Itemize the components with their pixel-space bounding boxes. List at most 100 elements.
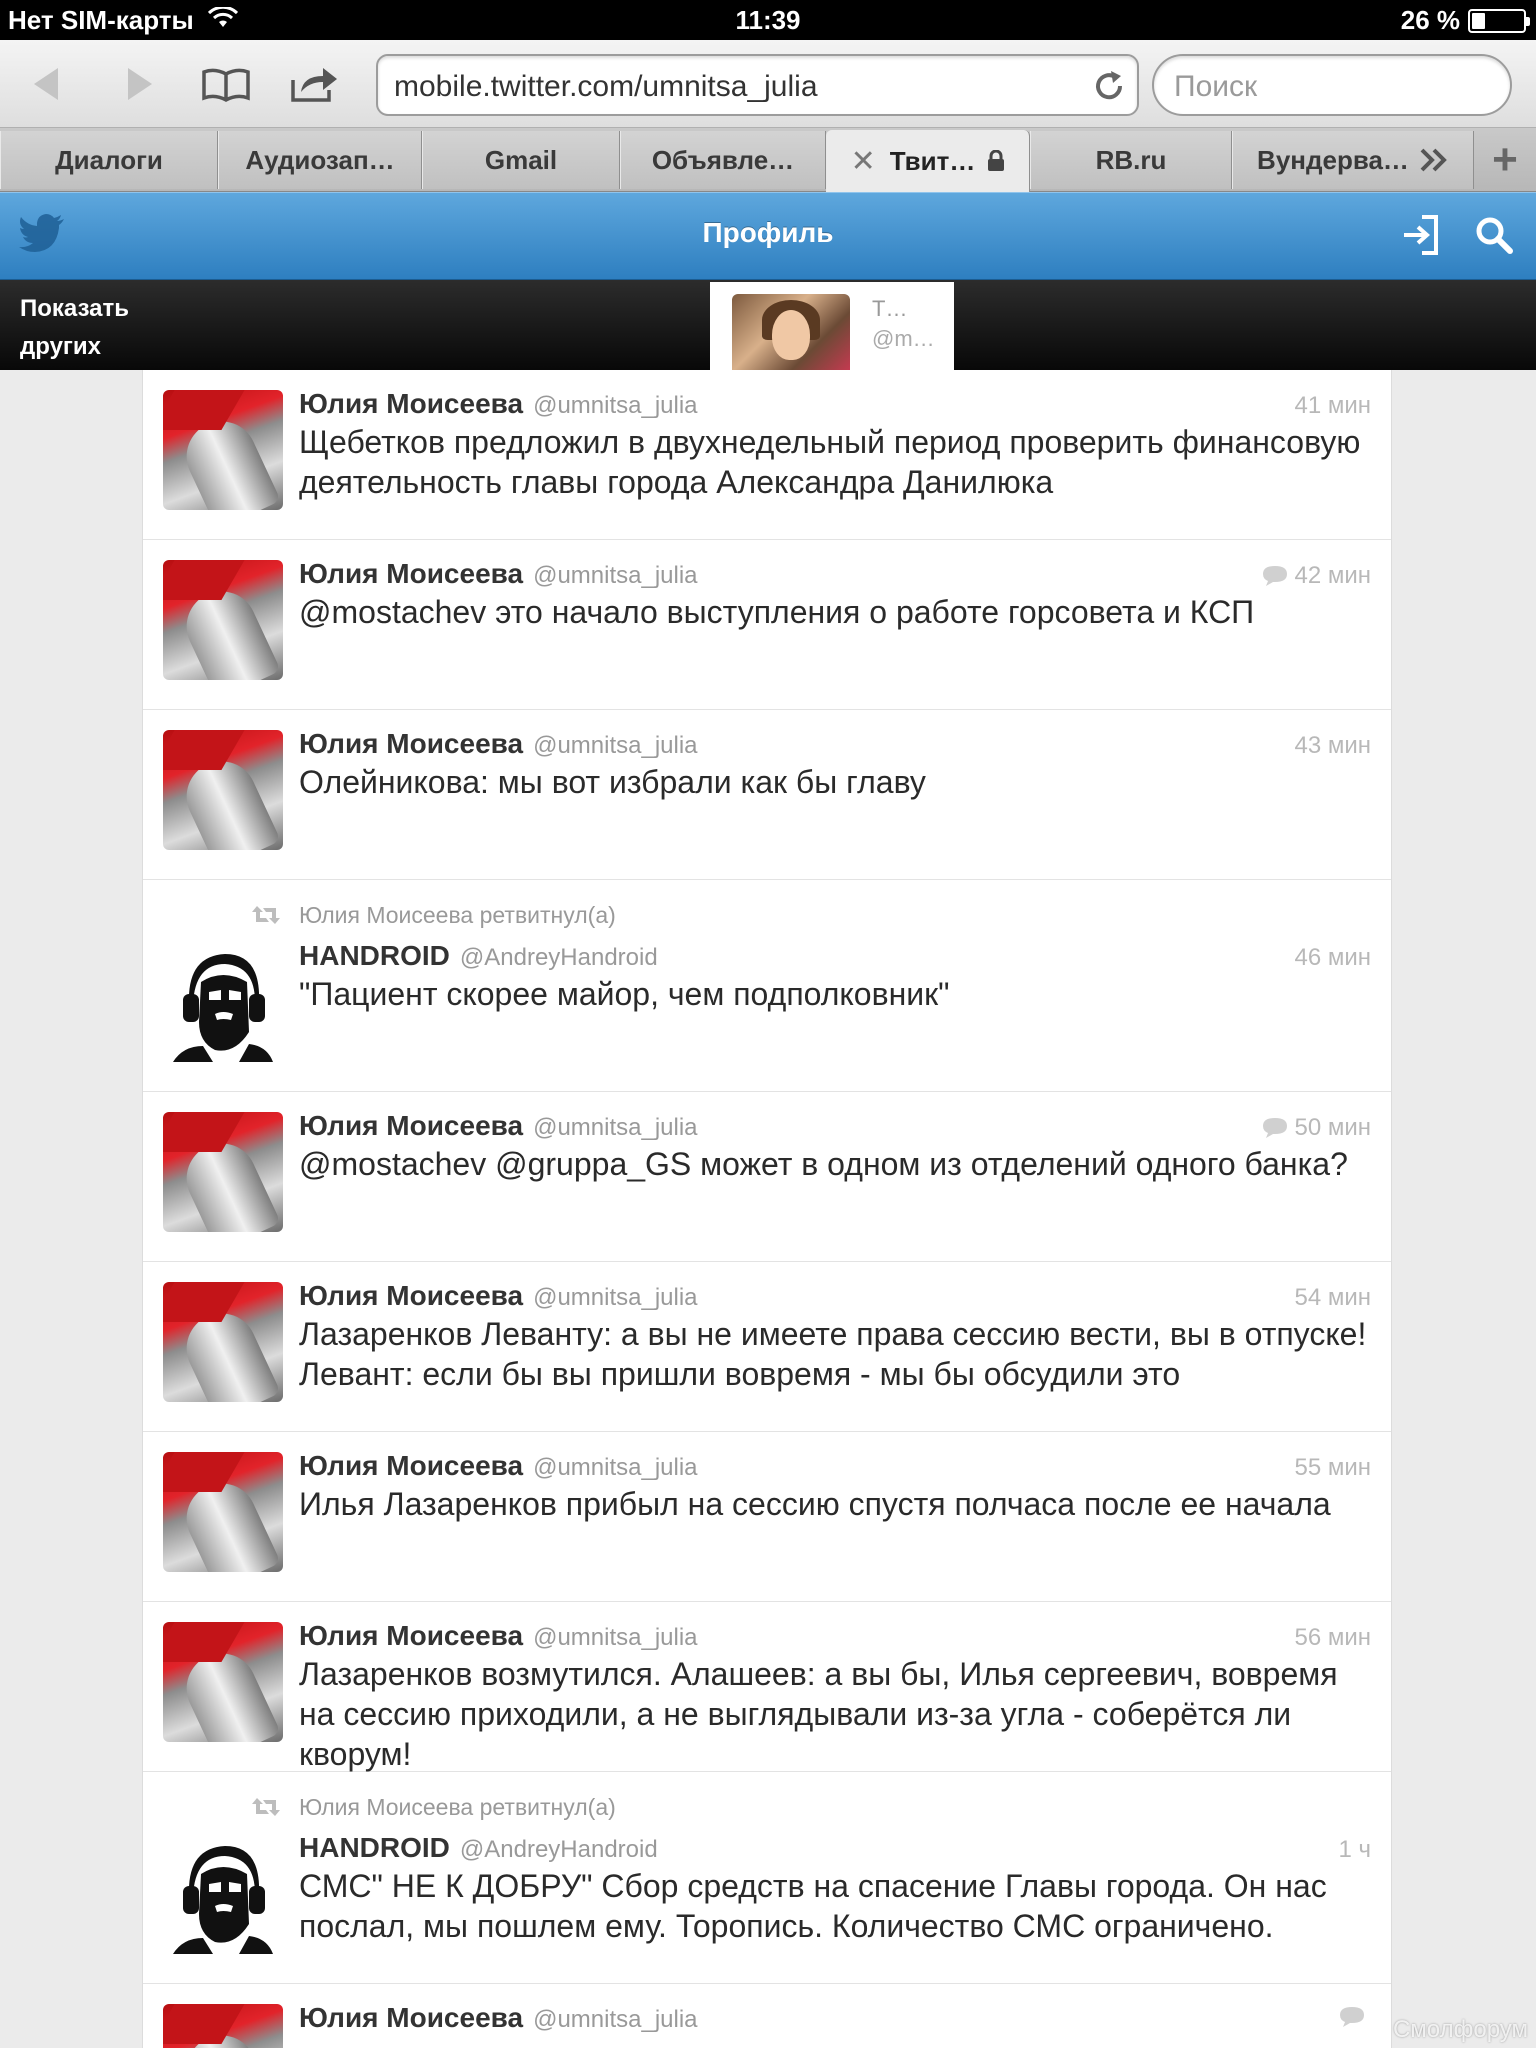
avatar[interactable]: [163, 560, 283, 680]
author-name-text: Юлия Моисеева: [299, 2002, 524, 2033]
author-handle: @umnitsa_julia: [533, 1624, 698, 1651]
new-tab-button[interactable]: +: [1474, 131, 1536, 189]
tweet-time-text: 41 мин: [1294, 392, 1371, 419]
author-name[interactable]: Юлия Моисеева @umnitsa_julia: [299, 1280, 698, 1312]
author-name[interactable]: Юлия Моисеева @umnitsa_julia: [299, 1110, 698, 1142]
tweet-text: @mostachev это начало выступления о рабо…: [299, 594, 1255, 630]
tweet-time: 56 мин: [1294, 1624, 1371, 1652]
sign-out-icon[interactable]: [1400, 213, 1440, 257]
tab-label: Вундерва…: [1257, 144, 1409, 175]
avatar[interactable]: [163, 942, 283, 1062]
tweet[interactable]: Юлия Моисеева ретвитнул(а) HANDROID @Andre…: [143, 1772, 1391, 1984]
search-placeholder: Поиск: [1174, 70, 1258, 103]
close-tab-icon[interactable]: ✕: [851, 144, 876, 179]
tweet-time-text: 42 мин: [1294, 562, 1371, 589]
search-field[interactable]: Поиск: [1152, 54, 1512, 116]
author-handle: @umnitsa_julia: [533, 2006, 698, 2033]
retweet-icon: [252, 1798, 280, 1816]
profile-card[interactable]: Т… @m…: [710, 282, 954, 370]
author-name[interactable]: Юлия Моисеева @umnitsa_julia: [299, 1620, 698, 1652]
tab-gmail[interactable]: Gmail: [422, 131, 620, 189]
browser-toolbar: mobile.twitter.com/umnitsa_julia Поиск: [0, 40, 1536, 128]
author-handle: @umnitsa_julia: [533, 1454, 698, 1481]
author-name[interactable]: Юлия Моисеева @umnitsa_julia: [299, 2002, 698, 2034]
avatar[interactable]: [163, 1452, 283, 1572]
avatar[interactable]: [163, 2004, 283, 2048]
tweet[interactable]: Юлия Моисеева @umnitsa_julia 50 мин @mostac…: [143, 1092, 1391, 1262]
back-button[interactable]: [22, 58, 74, 110]
show-others-button[interactable]: Показать других: [20, 290, 180, 366]
clock: 11:39: [735, 5, 801, 35]
tweet[interactable]: Юлия Моисеева ретвитнул(а) HANDROID @Andre…: [143, 880, 1391, 1092]
tweet-text: Лазаренков возмутился. Алашеев: а вы бы,…: [299, 1656, 1338, 1772]
tab-audio[interactable]: Аудиозап…: [218, 131, 422, 189]
tab-label: Диалоги: [55, 144, 163, 175]
tab-wunderwaffe[interactable]: Вундерва…: [1232, 131, 1474, 189]
battery-icon: [1468, 8, 1530, 33]
retweet-context: Юлия Моисеева ретвитнул(а): [299, 902, 616, 928]
reply-bubble-icon: [1340, 2007, 1364, 2027]
tweet-time-text: 54 мин: [1294, 1284, 1371, 1311]
tab-label: Аудиозап…: [245, 144, 395, 175]
author-handle: @umnitsa_julia: [533, 1114, 698, 1141]
author-name[interactable]: Юлия Моисеева @umnitsa_julia: [299, 558, 698, 590]
tab-dialogi[interactable]: Диалоги: [0, 131, 218, 189]
tab-label: Твит…: [889, 145, 976, 176]
tweet-time: 43 мин: [1294, 732, 1371, 760]
avatar[interactable]: [163, 1282, 283, 1402]
author-handle: @umnitsa_julia: [533, 1284, 698, 1311]
share-button[interactable]: [288, 58, 340, 110]
author-name[interactable]: Юлия Моисеева @umnitsa_julia: [299, 728, 698, 760]
tweet[interactable]: Юлия Моисеева @umnitsa_julia 43 мин Олейник…: [143, 710, 1391, 880]
author-name[interactable]: HANDROID @AndreyHandroid: [299, 940, 658, 972]
tweet[interactable]: Юлия Моисеева @umnitsa_julia 41 мин Щебетко…: [143, 370, 1391, 540]
profile-strip: Показать других Т… @m…: [0, 280, 1536, 370]
tab-obyavleniya[interactable]: Объявле…: [620, 131, 826, 189]
tweet[interactable]: Юлия Моисеева @umnitsa_julia 56 мин Лазарен…: [143, 1602, 1391, 1772]
tweet-text: "Пациент скорее майор, чем подполковник": [299, 976, 950, 1012]
reload-icon[interactable]: [1091, 68, 1127, 104]
tweet-time: [1339, 2006, 1371, 2028]
tweet-text: СМС" НЕ К ДОБРУ" Сбор средств на спасени…: [299, 1868, 1327, 1944]
tweet[interactable]: Юлия Моисеева @umnitsa_julia 42 мин @mostac…: [143, 540, 1391, 710]
tab-rb[interactable]: RB.ru: [1030, 131, 1232, 189]
author-handle: @umnitsa_julia: [533, 732, 698, 759]
tweet[interactable]: Юлия Моисеева @umnitsa_julia: [143, 1984, 1391, 2048]
tweet[interactable]: Юлия Моисеева @umnitsa_julia 54 мин Лазарен…: [143, 1262, 1391, 1432]
author-name-text: HANDROID: [299, 940, 450, 971]
forward-arrow-icon: [128, 68, 152, 100]
avatar[interactable]: [163, 390, 283, 510]
author-handle: @AndreyHandroid: [459, 1836, 658, 1863]
avatar[interactable]: [163, 1834, 283, 1954]
more-tabs-icon[interactable]: [1419, 147, 1449, 173]
search-icon[interactable]: [1474, 213, 1514, 257]
author-name-text: Юлия Моисеева: [299, 1280, 524, 1311]
tweet-time: 1 ч: [1338, 1836, 1371, 1864]
tweet-time: 46 мин: [1294, 944, 1371, 972]
avatar[interactable]: [163, 1112, 283, 1232]
author-name[interactable]: Юлия Моисеева @umnitsa_julia: [299, 388, 698, 420]
author-name-text: Юлия Моисеева: [299, 1450, 524, 1481]
page-title: Профиль: [702, 217, 834, 248]
address-bar[interactable]: mobile.twitter.com/umnitsa_julia: [376, 54, 1139, 116]
handroid-avatar-image: [163, 1834, 283, 1954]
tweet[interactable]: Юлия Моисеева @umnitsa_julia 55 мин Илья Ла…: [143, 1432, 1391, 1602]
author-name[interactable]: HANDROID @AndreyHandroid: [299, 1832, 658, 1864]
plus-icon: +: [1492, 135, 1518, 184]
tab-twitter[interactable]: ✕ Твит…: [826, 130, 1030, 192]
forward-button[interactable]: [112, 58, 164, 110]
profile-card-name: Т…: [872, 296, 908, 321]
tab-label: Объявле…: [651, 144, 795, 175]
avatar[interactable]: [163, 730, 283, 850]
tweet-time: 42 мин: [1262, 562, 1371, 590]
retweet-context: Юлия Моисеева ретвитнул(а): [299, 1794, 616, 1820]
bookmarks-button[interactable]: [200, 58, 252, 110]
avatar[interactable]: [163, 1622, 283, 1742]
tweet-text: Щебетков предложил в двухнедельный перио…: [299, 424, 1361, 500]
tweet-time-text: 1 ч: [1338, 1836, 1371, 1863]
handroid-avatar-image: [163, 942, 283, 1062]
retweet-icon: [252, 906, 280, 924]
reply-bubble-icon: [1263, 566, 1288, 586]
author-name[interactable]: Юлия Моисеева @umnitsa_julia: [299, 1450, 698, 1482]
tweet-time-text: 46 мин: [1294, 944, 1371, 971]
